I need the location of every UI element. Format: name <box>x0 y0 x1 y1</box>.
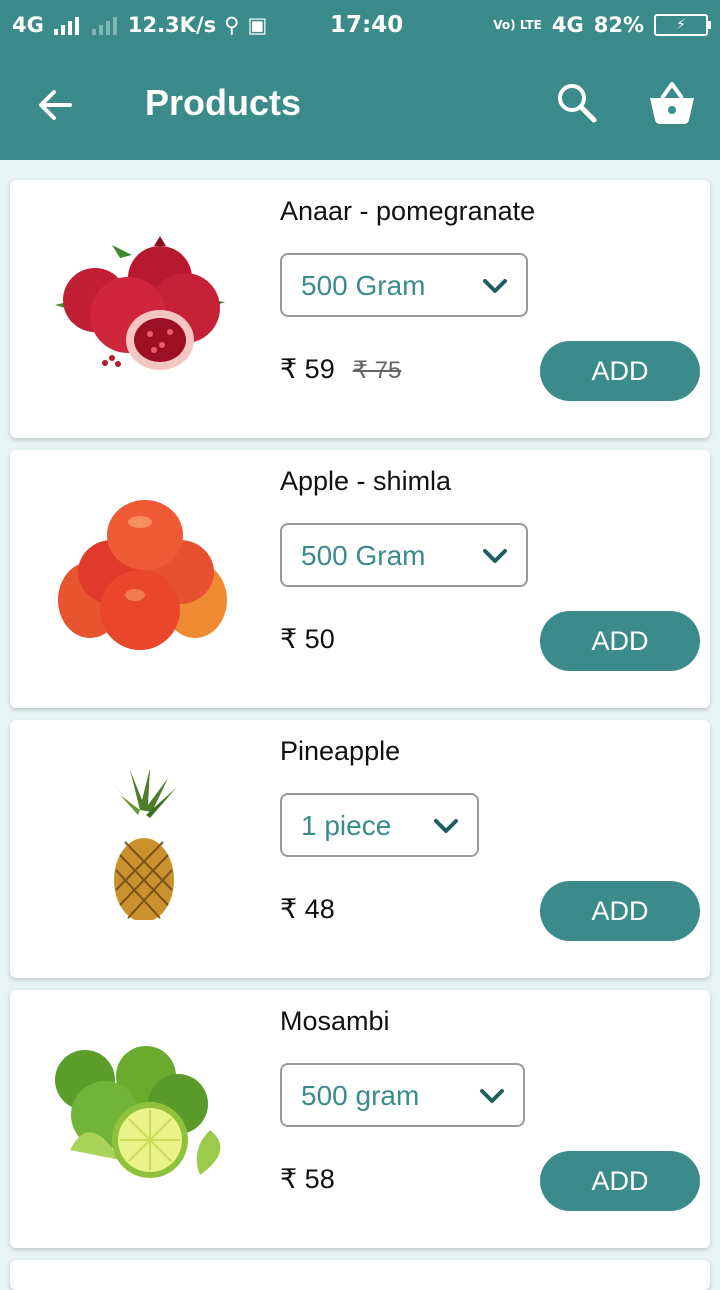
product-card[interactable]: Anaar - pomegranate 500 Gram ₹ 59 ₹ 75 AD… <box>10 180 710 438</box>
quantity-value: 500 Gram <box>301 270 426 301</box>
pineapple-image <box>110 770 176 920</box>
product-name: Apple - shimla <box>280 466 452 496</box>
price-row: ₹ 50 <box>280 624 335 655</box>
chevron-down-icon <box>434 819 458 833</box>
chevron-down-icon <box>483 279 507 293</box>
product-card[interactable]: Pineapple 1 piece ₹ 48 ADD <box>10 720 710 978</box>
search-icon[interactable] <box>552 78 602 128</box>
battery-percent: 82% <box>593 13 644 37</box>
status-time: 17:40 <box>330 12 404 38</box>
product-name: Mosambi <box>280 1006 390 1036</box>
next-product-card[interactable] <box>10 1260 710 1290</box>
product-card[interactable]: Mosambi 500 gram ₹ 58 ADD <box>10 990 710 1248</box>
current-price: ₹ 48 <box>280 894 335 924</box>
product-card[interactable]: Apple - shimla 500 Gram ₹ 50 ADD <box>10 450 710 708</box>
quantity-value: 500 gram <box>301 1080 420 1111</box>
network-label: 4G <box>12 13 44 37</box>
basket-icon[interactable] <box>646 78 698 128</box>
volte-label: Vo) LTE <box>493 18 542 32</box>
status-bar: 4G 12.3K/s ⚲ ▣ 17:40 Vo) LTE 4G 82% ⚡ <box>0 0 720 52</box>
pomegranate-image <box>55 236 225 370</box>
status-left: 4G 12.3K/s ⚲ ▣ <box>12 13 267 37</box>
usb-icon: ⚲ <box>224 13 240 37</box>
app-bar: Products <box>0 52 720 160</box>
back-arrow-icon[interactable] <box>34 80 78 130</box>
original-price: ₹ 75 <box>352 357 402 384</box>
chevron-down-icon <box>480 1089 504 1103</box>
signal-weak-icon <box>91 17 117 35</box>
battery-icon: ⚡ <box>654 14 711 36</box>
quantity-dropdown[interactable]: 500 Gram <box>280 253 528 317</box>
price-row: ₹ 59 ₹ 75 <box>280 354 401 385</box>
mosambi-image <box>55 1046 221 1178</box>
product-name: Pineapple <box>280 736 401 766</box>
apple-image <box>58 500 227 650</box>
price-row: ₹ 48 <box>280 894 335 925</box>
price-row: ₹ 58 <box>280 1164 335 1195</box>
quantity-dropdown[interactable]: 500 gram <box>280 1063 525 1127</box>
add-button[interactable]: ADD <box>540 881 700 941</box>
quantity-value: 1 piece <box>301 810 392 841</box>
add-button[interactable]: ADD <box>540 341 700 401</box>
quantity-dropdown[interactable]: 1 piece <box>280 793 479 857</box>
quantity-dropdown[interactable]: 500 Gram <box>280 523 528 587</box>
chevron-down-icon <box>483 549 507 563</box>
page-title: Products <box>145 82 302 123</box>
status-right: Vo) LTE 4G 82% ⚡ <box>493 13 711 37</box>
signal-icon <box>53 17 79 35</box>
network-speed: 12.3K/s <box>127 13 217 37</box>
debug-icon: ▣ <box>247 13 268 37</box>
product-name: Anaar - pomegranate <box>280 196 536 226</box>
current-price: ₹ 58 <box>280 1164 335 1194</box>
network2-label: 4G <box>551 13 584 37</box>
add-button[interactable]: ADD <box>540 1151 700 1211</box>
quantity-value: 500 Gram <box>301 540 426 571</box>
current-price: ₹ 59 <box>280 354 335 384</box>
current-price: ₹ 50 <box>280 624 335 654</box>
add-button[interactable]: ADD <box>540 611 700 671</box>
